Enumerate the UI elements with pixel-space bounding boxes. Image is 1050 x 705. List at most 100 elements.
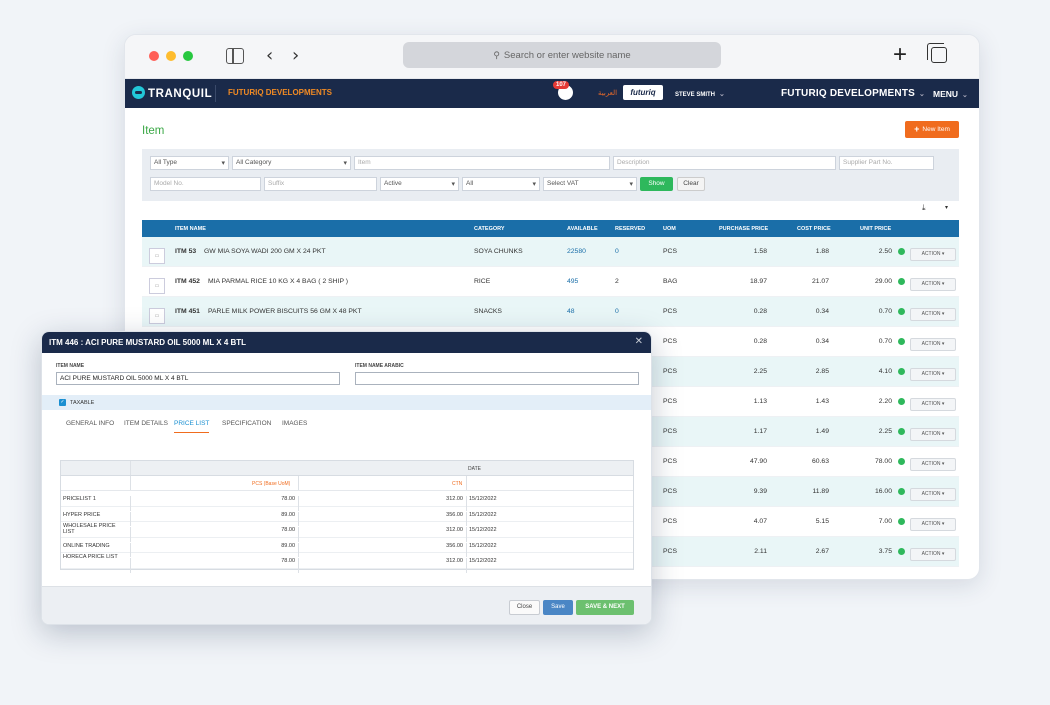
- item-available[interactable]: 495: [567, 278, 578, 285]
- action-dropdown-button[interactable]: ACTION ▾: [910, 458, 956, 471]
- col-available[interactable]: AVAILABLE: [567, 226, 598, 232]
- tab-general-info[interactable]: GENERAL INFO: [66, 420, 114, 427]
- item-unit-price: 78.00: [874, 458, 892, 465]
- check-circle-icon: [898, 338, 905, 345]
- item-available[interactable]: 22580: [567, 248, 586, 255]
- category-select[interactable]: All Category: [232, 156, 351, 170]
- status-select[interactable]: Active: [380, 177, 459, 191]
- suffix-input[interactable]: Suffix: [264, 177, 377, 191]
- price-ctn[interactable]: 356.00: [409, 543, 463, 549]
- show-button[interactable]: Show: [640, 177, 673, 191]
- supplier-part-input[interactable]: Supplier Part No.: [839, 156, 934, 170]
- price-date[interactable]: 15/12/2022: [469, 543, 497, 549]
- price-ctn[interactable]: 356.00: [409, 512, 463, 518]
- action-dropdown-button[interactable]: ACTION ▾: [910, 248, 956, 261]
- table-row[interactable]: ▭ ITM 452 MIA PARMAL RICE 10 KG X 4 BAG ( …: [142, 267, 959, 297]
- item-name-arabic-input[interactable]: [355, 372, 639, 385]
- col-uom[interactable]: UOM: [663, 226, 676, 232]
- price-ctn[interactable]: 312.00: [409, 496, 463, 502]
- maximize-window-button[interactable]: [183, 51, 193, 61]
- action-dropdown-button[interactable]: ACTION ▾: [910, 518, 956, 531]
- new-tab-icon[interactable]: +: [893, 41, 907, 69]
- close-button[interactable]: Close: [509, 600, 540, 615]
- download-icon: ⤓: [922, 203, 926, 212]
- col-item-name[interactable]: ITEM NAME: [175, 226, 206, 232]
- price-pcs[interactable]: 78.00: [241, 496, 295, 502]
- company-name[interactable]: FUTURIQ DEVELOPMENTS: [228, 88, 332, 97]
- action-dropdown-button[interactable]: ACTION ▾: [910, 308, 956, 321]
- item-reserved[interactable]: 0: [615, 248, 619, 255]
- user-menu[interactable]: STEVE SMITH ⌄: [675, 90, 725, 98]
- item-code[interactable]: ITM 452: [175, 278, 200, 285]
- price-list-row[interactable]: HORECA PRICE LIST 78.00 312.00 15/12/2022: [61, 553, 633, 573]
- item-available[interactable]: 48: [567, 308, 575, 315]
- action-dropdown-button[interactable]: ACTION ▾: [910, 278, 956, 291]
- forward-arrow-icon[interactable]: ›: [292, 45, 299, 66]
- price-ctn[interactable]: 312.00: [409, 558, 463, 564]
- all-select[interactable]: All: [462, 177, 540, 191]
- price-list-row[interactable]: PRICELIST 1 78.00 312.00 15/12/2022: [61, 491, 633, 511]
- tab-item-details[interactable]: ITEM DETAILS: [124, 420, 168, 427]
- price-date[interactable]: 15/12/2022: [469, 527, 497, 533]
- item-reserved[interactable]: 0: [615, 308, 619, 315]
- taxable-checkbox[interactable]: ✓: [59, 399, 66, 406]
- col-unit-price[interactable]: UNIT PRICE: [860, 226, 891, 232]
- check-circle-icon: [898, 548, 905, 555]
- address-bar[interactable]: ⚲ Search or enter website name: [403, 42, 721, 68]
- price-date[interactable]: 15/12/2022: [469, 558, 497, 564]
- price-pcs[interactable]: 78.00: [241, 558, 295, 564]
- price-list-row[interactable]: HYPER PRICE 89.00 356.00 15/12/2022: [61, 507, 633, 526]
- clear-button[interactable]: Clear: [677, 177, 705, 191]
- close-window-button[interactable]: [149, 51, 159, 61]
- tab-images[interactable]: IMAGES: [282, 420, 307, 427]
- language-switch[interactable]: العربية: [598, 89, 617, 97]
- type-select[interactable]: All Type: [150, 156, 229, 170]
- price-pcs[interactable]: 89.00: [241, 512, 295, 518]
- save-and-next-button[interactable]: SAVE & NEXT: [576, 600, 634, 615]
- action-dropdown-button[interactable]: ACTION ▾: [910, 398, 956, 411]
- action-dropdown-button[interactable]: ACTION ▾: [910, 338, 956, 351]
- vat-select[interactable]: Select VAT: [543, 177, 637, 191]
- check-circle-icon: [898, 398, 905, 405]
- item-name-input[interactable]: ACI PURE MUSTARD OIL 5000 ML X 4 BTL: [56, 372, 340, 385]
- col-cost-price[interactable]: COST PRICE: [797, 226, 831, 232]
- export-menu[interactable]: ⤓ ▾: [917, 200, 957, 217]
- tranquil-logo[interactable]: TRANQUIL: [132, 86, 212, 100]
- item-unit-price: 4.10: [878, 368, 892, 375]
- tab-price-list[interactable]: PRICE LIST: [174, 420, 210, 433]
- new-item-button[interactable]: + New Item: [905, 121, 959, 138]
- price-pcs[interactable]: 78.00: [241, 527, 295, 533]
- col-reserved[interactable]: RESERVED: [615, 226, 645, 232]
- price-date[interactable]: 15/12/2022: [469, 512, 497, 518]
- col-purchase-price[interactable]: PURCHASE PRICE: [719, 226, 768, 232]
- action-dropdown-button[interactable]: ACTION ▾: [910, 368, 956, 381]
- model-number-input[interactable]: Model No.: [150, 177, 261, 191]
- action-dropdown-button[interactable]: ACTION ▾: [910, 488, 956, 501]
- main-menu-button[interactable]: MENU ⌄: [933, 89, 968, 99]
- action-dropdown-button[interactable]: ACTION ▾: [910, 548, 956, 561]
- price-ctn[interactable]: 312.00: [409, 527, 463, 533]
- description-input[interactable]: Description: [613, 156, 836, 170]
- item-reserved[interactable]: 2: [615, 278, 619, 285]
- item-code[interactable]: ITM 451: [175, 308, 200, 315]
- table-row[interactable]: ▭ ITM 451 PARLE MILK POWER BISCUITS 56 GM …: [142, 297, 959, 327]
- sidebar-toggle-icon[interactable]: [226, 48, 244, 64]
- table-row[interactable]: ▭ ITM 53 GW MIA SOYA WADI 200 GM X 24 PKT S…: [142, 237, 959, 267]
- close-icon[interactable]: ✕: [635, 336, 643, 347]
- col-category[interactable]: CATEGORY: [474, 226, 505, 232]
- save-button[interactable]: Save: [543, 600, 573, 615]
- item-search-input[interactable]: Item: [354, 156, 610, 170]
- back-arrow-icon[interactable]: ‹: [266, 45, 273, 66]
- price-date[interactable]: 15/12/2022: [469, 496, 497, 502]
- price-pcs[interactable]: 89.00: [241, 543, 295, 549]
- tabs-overview-icon[interactable]: [927, 43, 947, 63]
- action-dropdown-button[interactable]: ACTION ▾: [910, 428, 956, 441]
- item-code[interactable]: ITM 53: [175, 248, 196, 255]
- price-list-row[interactable]: ONLINE TRADING 89.00 356.00 15/12/2022: [61, 538, 633, 557]
- minimize-window-button[interactable]: [166, 51, 176, 61]
- item-name: MIA PARMAL RICE 10 KG X 4 BAG ( 2 SHIP ): [208, 278, 349, 285]
- item-purchase-price: 9.39: [753, 488, 767, 495]
- price-list-row[interactable]: WHOLESALE PRICE LIST 78.00 312.00 15/12/202…: [61, 522, 633, 542]
- company-switcher[interactable]: FUTURIQ DEVELOPMENTS ⌄: [781, 88, 925, 99]
- tab-specification[interactable]: SPECIFICATION: [222, 420, 271, 427]
